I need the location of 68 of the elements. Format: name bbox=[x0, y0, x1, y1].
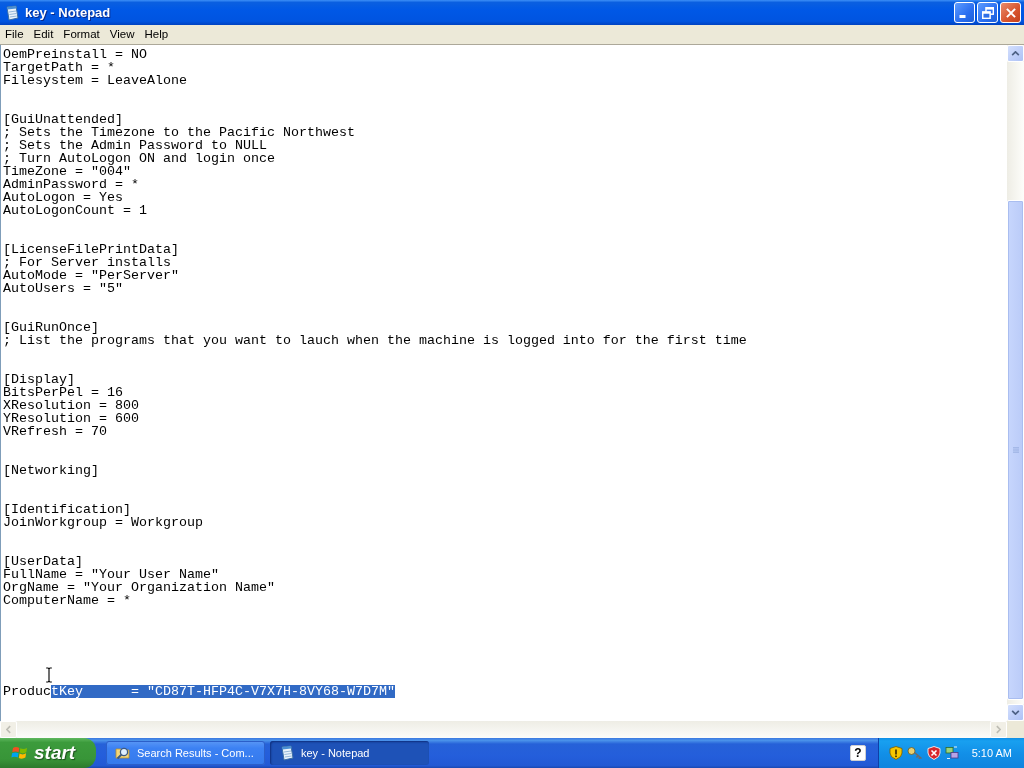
menu-item[interactable]: Edit bbox=[28, 26, 59, 43]
menu-item[interactable]: Format bbox=[58, 26, 105, 43]
text-line: ; Sets the Timezone to the Pacific Northwest bbox=[3, 126, 355, 139]
text-line: AutoUsers = "5" bbox=[3, 282, 123, 295]
text-cursor-icon bbox=[45, 667, 53, 683]
chevron-left-icon bbox=[6, 725, 11, 734]
chevron-up-icon bbox=[1011, 51, 1020, 56]
menu-item[interactable]: View bbox=[104, 26, 140, 43]
scrollbar-corner bbox=[1007, 721, 1024, 738]
text-line: [Networking] bbox=[3, 464, 99, 477]
restore-button[interactable] bbox=[977, 2, 998, 23]
chevron-down-icon bbox=[1011, 710, 1020, 715]
magnifier-icon bbox=[115, 745, 131, 761]
start-button[interactable]: start bbox=[0, 738, 96, 768]
text-line: VRefresh = 70 bbox=[3, 425, 107, 438]
line-text: Produc bbox=[3, 685, 51, 698]
text-line: [GuiRunOnce] bbox=[3, 321, 99, 334]
text-line: ; Turn AutoLogon ON and login once bbox=[3, 152, 275, 165]
text-line: YResolution = 600 bbox=[3, 412, 139, 425]
help-button[interactable]: ? bbox=[850, 745, 866, 761]
text-line: AutoLogonCount = 1 bbox=[3, 204, 147, 217]
text-line: BitsPerPel = 16 bbox=[3, 386, 123, 399]
text-line: XResolution = 800 bbox=[3, 399, 139, 412]
close-icon bbox=[1005, 7, 1016, 18]
menu-item[interactable]: File bbox=[0, 26, 29, 43]
taskbar-button[interactable]: key - Notepad bbox=[270, 741, 429, 765]
text-line: AutoMode = "PerServer" bbox=[3, 269, 179, 282]
text-line: ; Sets the Admin Password to NULL bbox=[3, 139, 267, 152]
menu-item[interactable]: Help bbox=[139, 26, 174, 43]
text-line: OemPreinstall = NO bbox=[3, 48, 147, 61]
text-line: [Display] bbox=[3, 373, 75, 386]
shield-icon[interactable] bbox=[889, 746, 903, 760]
notepad-icon bbox=[4, 4, 20, 21]
scroll-thumb[interactable] bbox=[1007, 200, 1024, 700]
text-line: [LicenseFilePrintData] bbox=[3, 243, 179, 256]
key-icon[interactable] bbox=[907, 746, 923, 760]
close-button[interactable] bbox=[1000, 2, 1021, 23]
connection-icon[interactable] bbox=[945, 746, 959, 760]
text-area[interactable] bbox=[0, 45, 1007, 721]
scroll-down-button[interactable] bbox=[1007, 704, 1024, 721]
text-line: ComputerName = * bbox=[3, 594, 131, 607]
clock: 5:10 AM bbox=[971, 747, 1012, 759]
text-line: [GuiUnattended] bbox=[3, 113, 123, 126]
taskbar-button[interactable]: Search Results - Com... bbox=[106, 741, 265, 765]
flag-icon bbox=[11, 744, 29, 762]
text-line: AutoLogon = Yes bbox=[3, 191, 123, 204]
text-line: FullName = "Your User Name" bbox=[3, 568, 219, 581]
scroll-up-button[interactable] bbox=[1007, 45, 1024, 62]
grip-icon bbox=[1011, 447, 1020, 454]
minimize-button[interactable] bbox=[954, 2, 975, 23]
notepad-icon bbox=[279, 745, 295, 761]
chevron-right-icon bbox=[996, 725, 1001, 734]
selected-text: tKey = "CD87T-HFP4C-V7X7H-8VY68-W7D7M" bbox=[51, 685, 395, 698]
text-line: [UserData] bbox=[3, 555, 83, 568]
restore-icon bbox=[981, 6, 994, 19]
vertical-scrollbar[interactable] bbox=[1007, 45, 1024, 721]
minimize-icon bbox=[959, 15, 966, 18]
text-line: AdminPassword = * bbox=[3, 178, 139, 191]
text-line: OrgName = "Your Organization Name" bbox=[3, 581, 275, 594]
text-line: ; List the programs that you want to lauch when the machine is logged into for the first time bbox=[3, 334, 747, 347]
text-line: [Identification] bbox=[3, 503, 131, 516]
text-line: Filesystem = LeaveAlone bbox=[3, 74, 187, 87]
text-line: ; For Server installs bbox=[3, 256, 171, 269]
text-line: TimeZone = "004" bbox=[3, 165, 131, 178]
shield-cross-icon[interactable] bbox=[927, 746, 941, 760]
text-line: JoinWorkgroup = Workgroup bbox=[3, 516, 203, 529]
window-title: key - Notepad bbox=[25, 5, 111, 20]
text-line: TargetPath = * bbox=[3, 61, 115, 74]
